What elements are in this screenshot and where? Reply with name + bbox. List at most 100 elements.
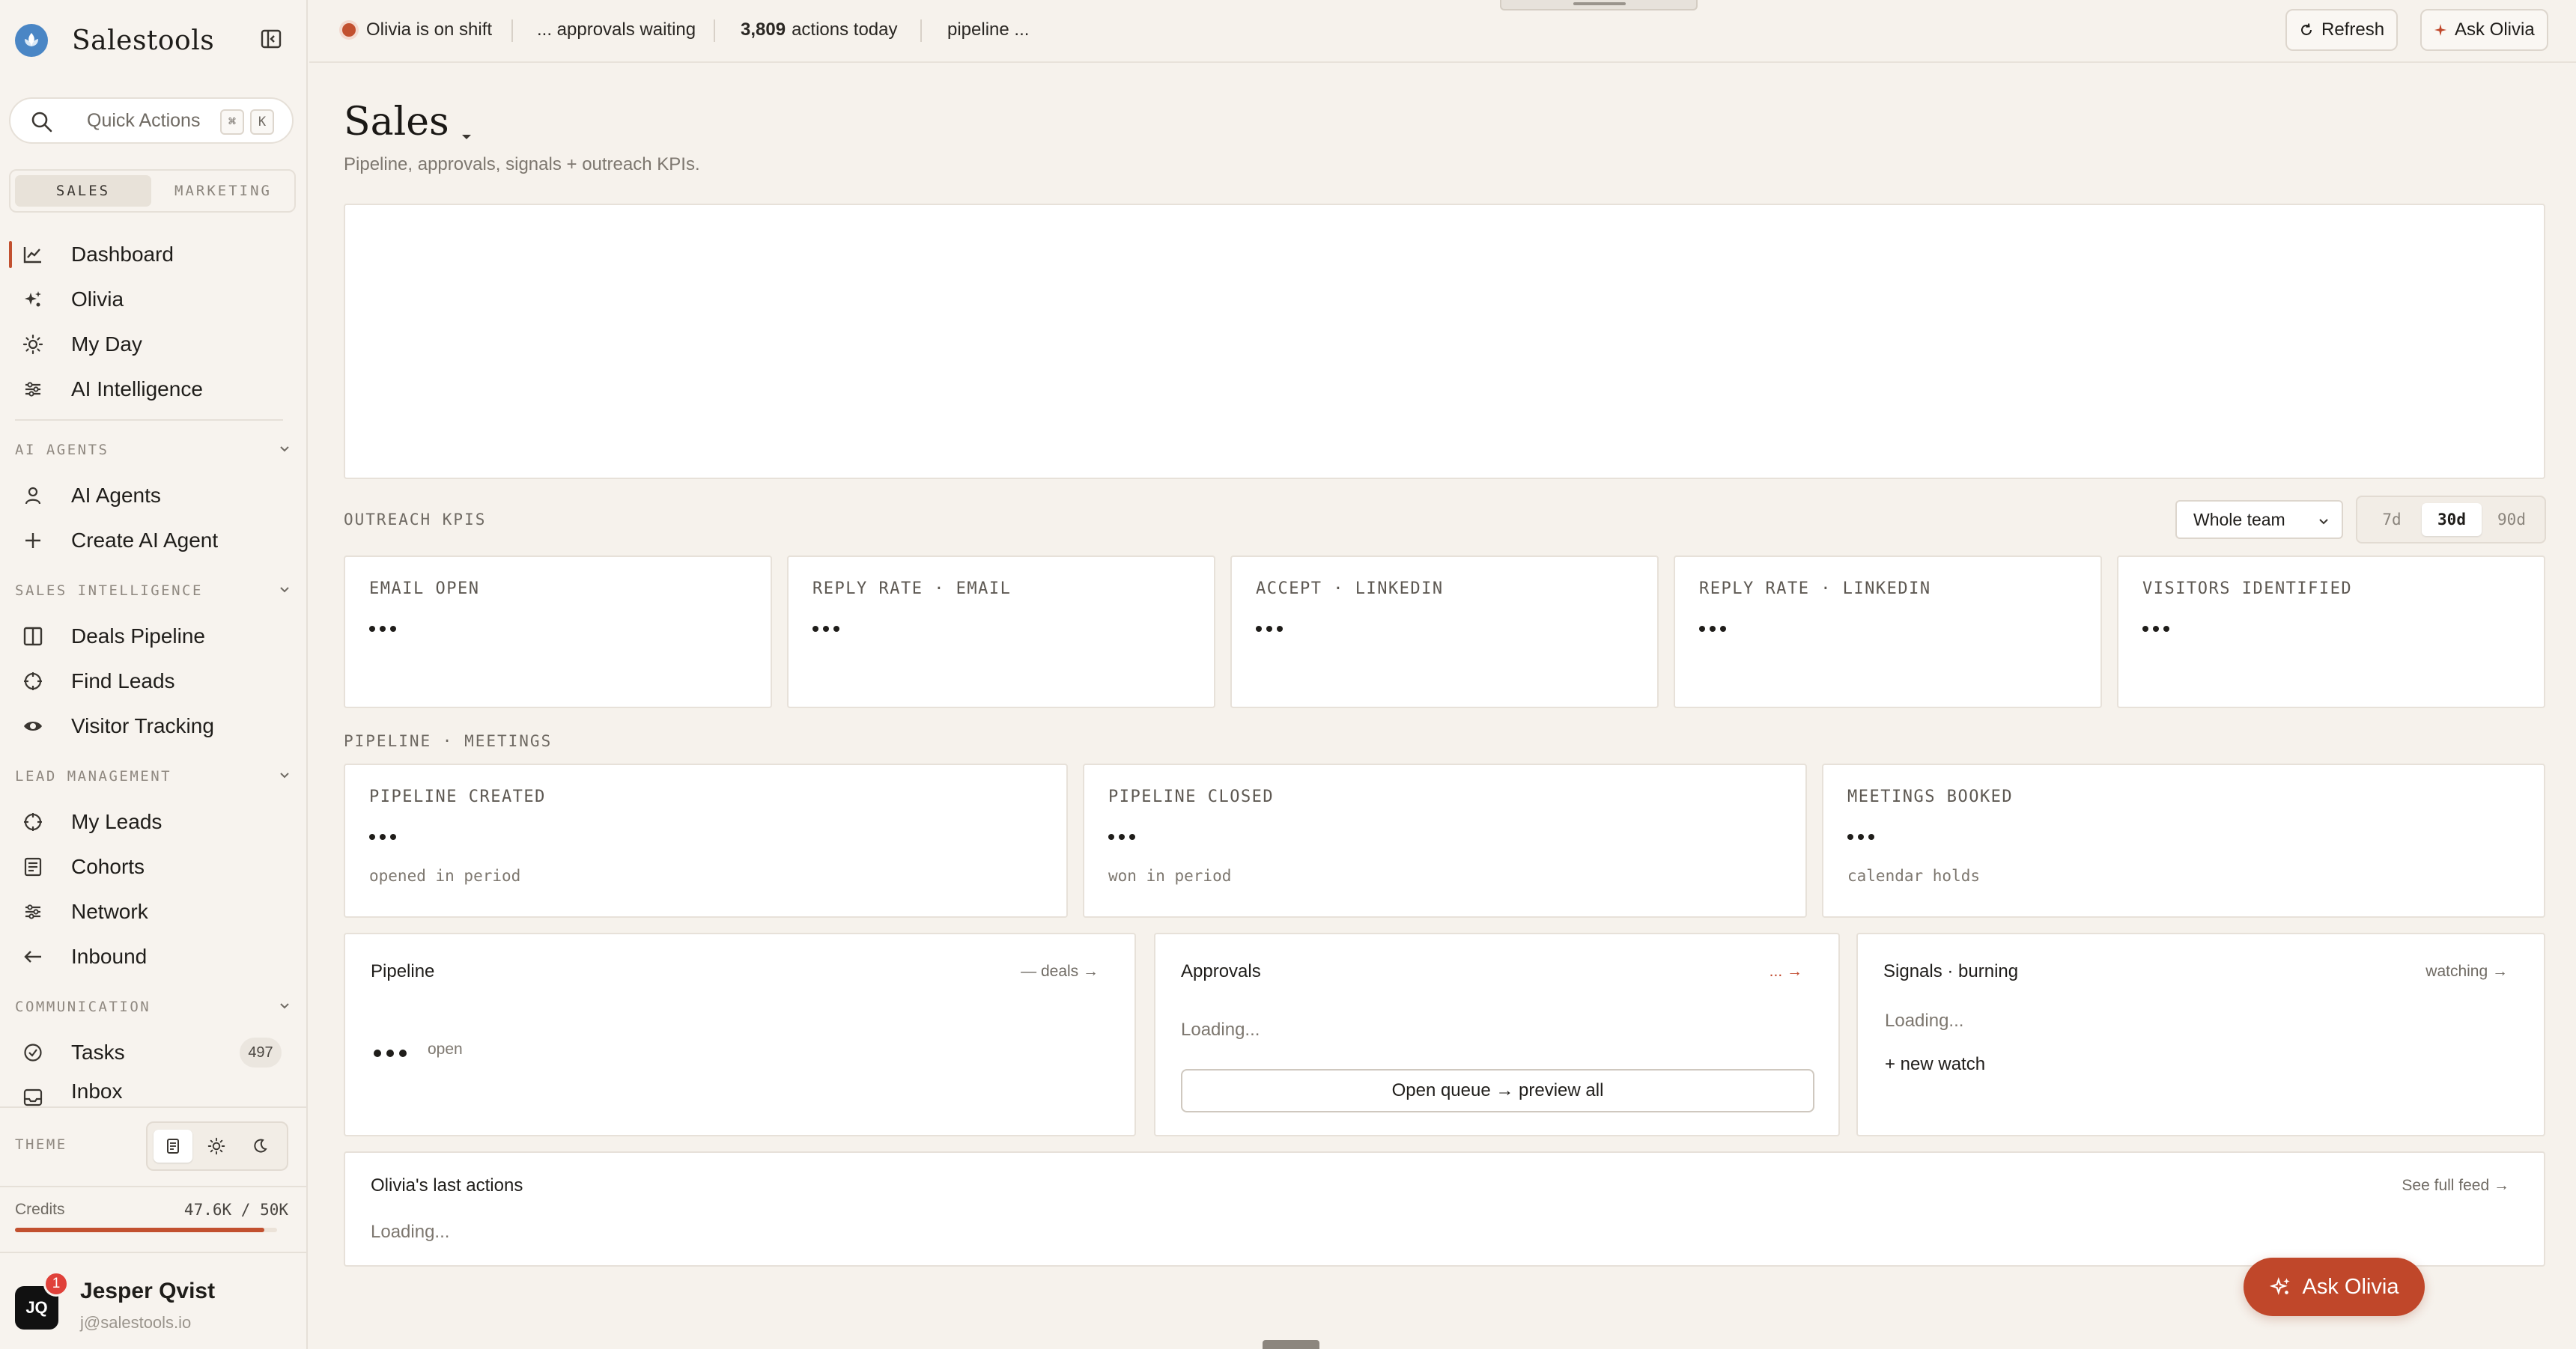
team-select[interactable]: Whole team (2175, 500, 2343, 539)
sidebar-item-find-leads[interactable]: Find Leads (0, 660, 308, 702)
loading-dots-icon (2142, 626, 2169, 632)
sidebar-item-label: My Day (71, 332, 142, 356)
brand[interactable]: Salestools (15, 21, 214, 60)
pipeline-status: pipeline ... (947, 0, 1029, 60)
sidebar-item-tasks[interactable]: Tasks 497 (0, 1032, 308, 1074)
card-meetings-booked[interactable]: MEETINGS BOOKED calendar holds (1822, 764, 2545, 918)
approvals-status-text: ... approvals waiting (537, 19, 696, 40)
window-drag-handle[interactable] (1500, 0, 1698, 10)
sidebar-item-create-ai-agent[interactable]: Create AI Agent (0, 520, 308, 561)
loading-dots-icon (369, 626, 396, 632)
actions-status: 3,809 actions today (741, 0, 897, 60)
sidebar-item-my-day[interactable]: My Day (0, 323, 308, 365)
eye-icon (22, 716, 43, 737)
user-email: j@salestools.io (80, 1313, 192, 1332)
sidebar-item-label: Inbox (71, 1079, 123, 1103)
page-title-text: Sales (344, 100, 449, 144)
sidebar-item-label: Find Leads (71, 669, 175, 692)
approvals-status[interactable]: ... approvals waiting (537, 0, 696, 60)
status-dot-icon (342, 23, 356, 37)
open-queue-button[interactable]: Open queue → preview all (1181, 1069, 1814, 1112)
range-7d[interactable]: 7d (2362, 503, 2422, 536)
section-communication[interactable]: COMMUNICATION (15, 996, 292, 1018)
quick-actions-search[interactable]: Quick Actions ⌘ K (9, 97, 294, 144)
theme-switcher (146, 1121, 288, 1171)
sidebar-item-ai-intelligence[interactable]: AI Intelligence (0, 368, 308, 410)
deals-link[interactable]: — deals → (1021, 963, 1099, 981)
section-title: COMMUNICATION (15, 999, 151, 1015)
theme-document-icon[interactable] (154, 1130, 192, 1163)
section-ai-agents[interactable]: AI AGENTS (15, 439, 292, 461)
sidebar-item-my-leads[interactable]: My Leads (0, 801, 308, 843)
pipeline-status-text: pipeline ... (947, 19, 1030, 40)
last-actions-panel: Olivia's last actions See full feed → Lo… (344, 1151, 2545, 1267)
watching-link[interactable]: watching → (2425, 963, 2508, 981)
chevron-down-icon (2316, 514, 2331, 534)
theme-label: THEME (15, 1136, 67, 1153)
card-pipeline-created[interactable]: PIPELINE CREATED opened in period (344, 764, 1068, 918)
tab-marketing[interactable]: MARKETING (155, 175, 291, 207)
section-lead-management[interactable]: LEAD MANAGEMENT (15, 765, 292, 788)
panel-title: Olivia's last actions (371, 1175, 523, 1196)
kpi-card-email-open[interactable]: EMAIL OPEN (344, 555, 772, 708)
pipeline-meetings-label: PIPELINE · MEETINGS (344, 732, 553, 750)
see-full-feed-link[interactable]: See full feed → (2402, 1177, 2509, 1195)
shortcut-k-key: K (250, 109, 274, 135)
card-pipeline-closed[interactable]: PIPELINE CLOSED won in period (1083, 764, 1807, 918)
loading-dots-icon (1699, 626, 1726, 632)
sidebar-item-network[interactable]: Network (0, 891, 308, 933)
top-status-bar: Olivia is on shift ... approvals waiting… (309, 0, 2576, 63)
caret-down-icon (460, 106, 473, 151)
card-title: PIPELINE CREATED (369, 788, 546, 806)
kpi-card-reply-rate-linkedin[interactable]: REPLY RATE · LINKEDIN (1674, 555, 2102, 708)
bottom-drag-handle[interactable] (1263, 1340, 1319, 1349)
actions-label: actions today (792, 19, 898, 40)
kpi-card-reply-rate-email[interactable]: REPLY RATE · EMAIL (787, 555, 1215, 708)
sidebar-item-visitor-tracking[interactable]: Visitor Tracking (0, 705, 308, 747)
sidebar-item-label: Visitor Tracking (71, 714, 214, 737)
refresh-icon (2299, 22, 2314, 37)
card-subtitle: opened in period (369, 867, 521, 885)
sidebar-item-olivia[interactable]: Olivia (0, 278, 308, 320)
range-30d[interactable]: 30d (2422, 503, 2482, 536)
credits-progress-bar (15, 1228, 277, 1232)
sidebar-item-inbox[interactable]: Inbox (0, 1077, 308, 1106)
sidebar-divider (0, 1106, 308, 1108)
sidebar-item-cohorts[interactable]: Cohorts (0, 846, 308, 888)
tab-sales[interactable]: SALES (15, 175, 151, 207)
loading-dots-icon (369, 834, 396, 840)
sidebar-item-inbound[interactable]: Inbound (0, 936, 308, 978)
theme-light-sun-icon[interactable] (197, 1130, 236, 1163)
theme-dark-moon-icon[interactable] (240, 1130, 279, 1163)
range-90d[interactable]: 90d (2482, 503, 2542, 536)
sidebar-divider (0, 1186, 308, 1187)
shortcut-cmd-key: ⌘ (220, 109, 244, 135)
ask-olivia-fab[interactable]: Ask Olivia (2244, 1258, 2425, 1316)
loading-dots-icon (812, 626, 839, 632)
columns-icon (22, 626, 43, 647)
sidebar-divider (15, 419, 283, 421)
refresh-button[interactable]: Refresh (2285, 9, 2399, 51)
sidebar-item-ai-agents[interactable]: AI Agents (0, 475, 308, 517)
credits-label: Credits (15, 1201, 65, 1218)
kpi-label: VISITORS IDENTIFIED (2142, 579, 2353, 598)
collapse-sidebar-icon[interactable] (259, 27, 283, 51)
sun-icon (22, 334, 43, 355)
kpi-card-visitors-identified[interactable]: VISITORS IDENTIFIED (2117, 555, 2545, 708)
loading-dots-icon (1108, 834, 1135, 840)
sidebar-item-label: Olivia (71, 287, 124, 311)
sidebar-item-dashboard[interactable]: Dashboard (0, 234, 308, 275)
status-divider (920, 19, 922, 42)
page-title[interactable]: Sales (344, 93, 473, 151)
ask-olivia-top-button[interactable]: Ask Olivia (2420, 9, 2548, 51)
notification-badge[interactable]: 1 (43, 1271, 69, 1297)
approvals-link[interactable]: ... → (1770, 963, 1802, 981)
loading-dots-icon (374, 1050, 407, 1057)
kpi-card-accept-linkedin[interactable]: ACCEPT · LINKEDIN (1230, 555, 1659, 708)
new-watch-link[interactable]: + new watch (1885, 1054, 1985, 1075)
plus-icon (22, 530, 43, 551)
loading-dots-icon (1847, 834, 1874, 840)
sidebar-item-deals-pipeline[interactable]: Deals Pipeline (0, 615, 308, 657)
team-select-value: Whole team (2193, 509, 2285, 529)
section-sales-intelligence[interactable]: SALES INTELLIGENCE (15, 579, 292, 602)
